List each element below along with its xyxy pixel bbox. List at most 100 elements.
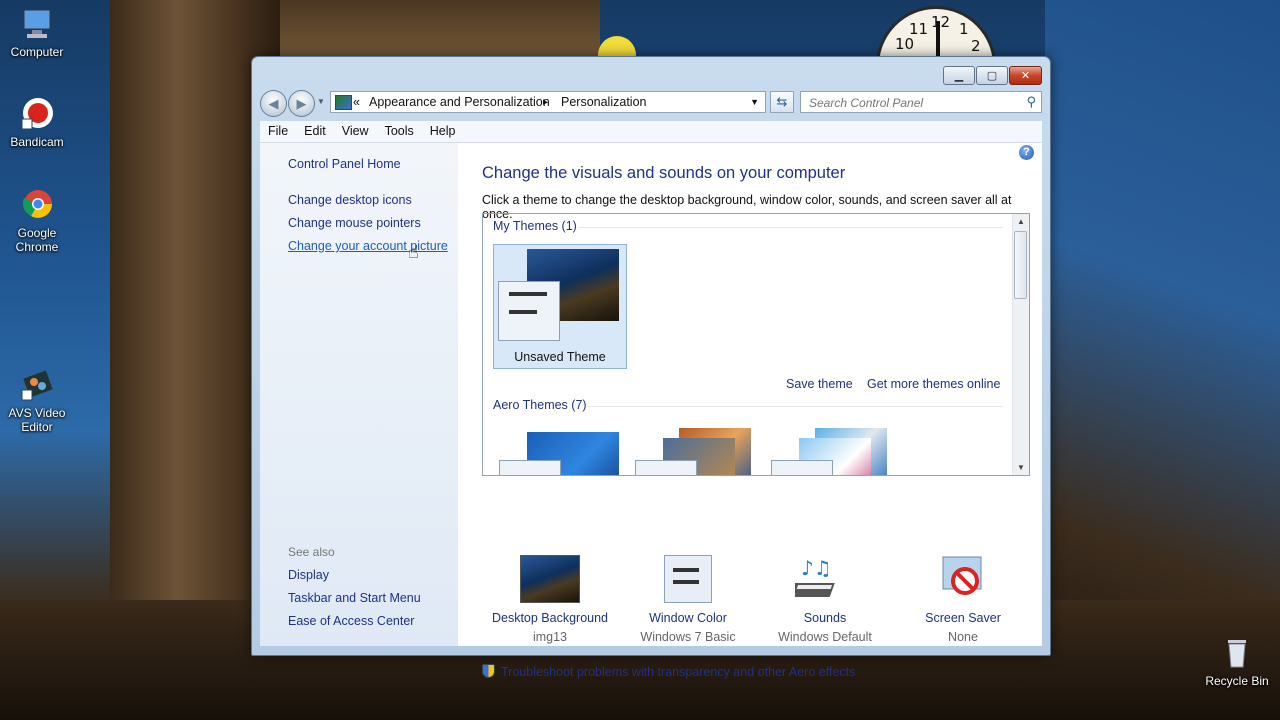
screen-saver-setting[interactable]: Screen Saver None	[898, 555, 1028, 644]
clock-number: 2	[971, 37, 981, 55]
preview-bar	[673, 568, 699, 572]
setting-title: Window Color	[649, 611, 727, 625]
address-bar[interactable]: « Appearance and Personalization ▸ Perso…	[330, 91, 766, 113]
theme-tile-unsaved[interactable]: Unsaved Theme	[493, 244, 627, 369]
breadcrumb-separator-icon[interactable]: ▸	[543, 97, 548, 108]
desktop-icon-computer[interactable]: Computer	[0, 7, 77, 59]
left-navigation-pane: Control Panel Home Change desktop icons …	[260, 143, 458, 646]
desktop-background-setting[interactable]: Desktop Background img13	[485, 555, 615, 644]
maximize-icon: ▢	[986, 70, 998, 82]
desktop-icon-label: AVS Video Editor	[8, 406, 66, 434]
theme-window-preview	[635, 460, 697, 475]
clock-gadget[interactable]: 10 11 12 1 2	[876, 6, 998, 62]
setting-value: img13	[532, 630, 568, 644]
preview-bar	[509, 310, 537, 314]
theme-list: My Themes (1) Unsaved Theme Save theme G…	[482, 213, 1030, 476]
breadcrumb-prefix[interactable]: «	[353, 95, 360, 109]
svg-text:♪♫: ♪♫	[801, 556, 832, 580]
maximize-button[interactable]: ▢	[976, 66, 1008, 85]
shield-icon	[482, 664, 495, 678]
window-color-setting[interactable]: Window Color Windows 7 Basic	[623, 555, 753, 644]
refresh-button[interactable]: ⇆	[770, 91, 794, 113]
divider	[588, 406, 1003, 407]
theme-window-preview	[498, 281, 560, 341]
taskbar-start-menu-link[interactable]: Taskbar and Start Menu	[288, 591, 421, 605]
forward-button[interactable]: ▶	[288, 90, 315, 117]
troubleshoot-link[interactable]: Troubleshoot problems with transparency …	[482, 664, 855, 679]
menu-tools[interactable]: Tools	[377, 121, 422, 142]
troubleshoot-text: Troubleshoot problems with transparency …	[501, 665, 856, 679]
theme-label: Unsaved Theme	[514, 350, 606, 364]
hand-cursor-icon: ☝	[408, 242, 419, 262]
clock-number: 12	[931, 13, 951, 31]
recycle-bin-icon	[1220, 636, 1254, 670]
clock-number: 1	[959, 20, 969, 38]
scroll-thumb[interactable]	[1014, 231, 1027, 299]
close-button[interactable]: ✕	[1009, 66, 1042, 85]
change-desktop-icons-link[interactable]: Change desktop icons	[288, 193, 412, 207]
menu-bar: File Edit View Tools Help	[260, 121, 1042, 143]
desktop-icon-chrome[interactable]: Google Chrome	[0, 188, 77, 254]
back-button[interactable]: ◀	[260, 90, 287, 117]
clock-face: 10 11 12 1 2	[876, 6, 996, 62]
change-account-picture-link[interactable]: Change your account picture	[288, 239, 448, 253]
aero-theme-architecture[interactable]	[633, 428, 753, 475]
my-themes-header: My Themes (1)	[493, 219, 577, 233]
sounds-setting[interactable]: ♪♫ Sounds Windows Default	[760, 555, 890, 644]
breadcrumb-appearance[interactable]: Appearance and Personalization	[369, 95, 550, 109]
minimize-icon: ▁	[954, 70, 964, 82]
clock-number: 11	[909, 20, 929, 38]
desktop-icon-bandicam[interactable]: Bandicam	[0, 97, 77, 149]
setting-title: Sounds	[803, 611, 847, 625]
theme-window-preview	[771, 460, 833, 475]
breadcrumb-personalization[interactable]: Personalization	[561, 95, 646, 109]
desktop-icon-label: Bandicam	[10, 135, 64, 149]
search-box: ⚲	[800, 91, 1042, 113]
see-also-label: See also	[288, 545, 335, 559]
desktop-icon-avs[interactable]: AVS Video Editor	[0, 368, 77, 434]
search-input[interactable]	[807, 95, 1021, 111]
menu-edit[interactable]: Edit	[296, 121, 334, 142]
menu-view[interactable]: View	[334, 121, 377, 142]
aero-themes-header: Aero Themes (7)	[493, 398, 587, 412]
recent-pages-dropdown[interactable]: ▼	[317, 97, 325, 106]
chrome-icon	[20, 188, 54, 222]
computer-icon	[20, 7, 54, 41]
window-controls: ▁ ▢ ✕	[943, 66, 1042, 85]
desktop-icon-label: Google Chrome	[15, 226, 59, 254]
search-icon[interactable]: ⚲	[1026, 94, 1036, 110]
theme-window-preview	[499, 460, 561, 475]
menu-help[interactable]: Help	[422, 121, 464, 142]
control-panel-home-link[interactable]: Control Panel Home	[288, 157, 401, 171]
personalization-window: ▁ ▢ ✕ ◀ ▶ ▼ « Appearance and Personaliza…	[251, 56, 1051, 679]
theme-list-scrollbar[interactable]: ▲ ▼	[1012, 214, 1029, 475]
minimize-button[interactable]: ▁	[943, 66, 975, 85]
change-mouse-pointers-link[interactable]: Change mouse pointers	[288, 216, 421, 230]
close-icon: ✕	[1020, 70, 1031, 82]
ease-of-access-link[interactable]: Ease of Access Center	[288, 614, 414, 628]
page-title: Change the visuals and sounds on your co…	[482, 164, 846, 182]
setting-title: Desktop Background	[491, 611, 609, 625]
save-theme-link[interactable]: Save theme	[786, 377, 853, 391]
display-link[interactable]: Display	[288, 568, 329, 582]
scroll-down-icon[interactable]: ▼	[1013, 463, 1029, 472]
scroll-up-icon[interactable]: ▲	[1013, 217, 1029, 226]
setting-title: Screen Saver	[925, 611, 1001, 625]
desktop-icon-label: Computer	[10, 45, 64, 59]
sounds-icon: ♪♫	[789, 555, 855, 605]
menu-file[interactable]: File	[260, 121, 296, 142]
preview-bar	[673, 580, 699, 584]
background-thumbnail	[520, 555, 580, 603]
get-more-themes-link[interactable]: Get more themes online	[867, 377, 1000, 391]
forward-arrow-icon: ▶	[296, 95, 307, 111]
divider	[578, 227, 1003, 228]
aero-theme-characters[interactable]	[769, 428, 889, 475]
address-dropdown-icon[interactable]: ▼	[750, 97, 759, 107]
main-content: ? Change the visuals and sounds on your …	[458, 143, 1042, 679]
setting-value: Windows 7 Basic	[640, 630, 736, 644]
bandicam-icon	[20, 97, 54, 131]
aero-theme-windows7[interactable]	[497, 432, 619, 475]
desktop-icon-recycle-bin[interactable]: Recycle Bin	[1197, 636, 1277, 688]
help-icon[interactable]: ?	[1019, 145, 1034, 160]
setting-value: None	[948, 630, 978, 644]
